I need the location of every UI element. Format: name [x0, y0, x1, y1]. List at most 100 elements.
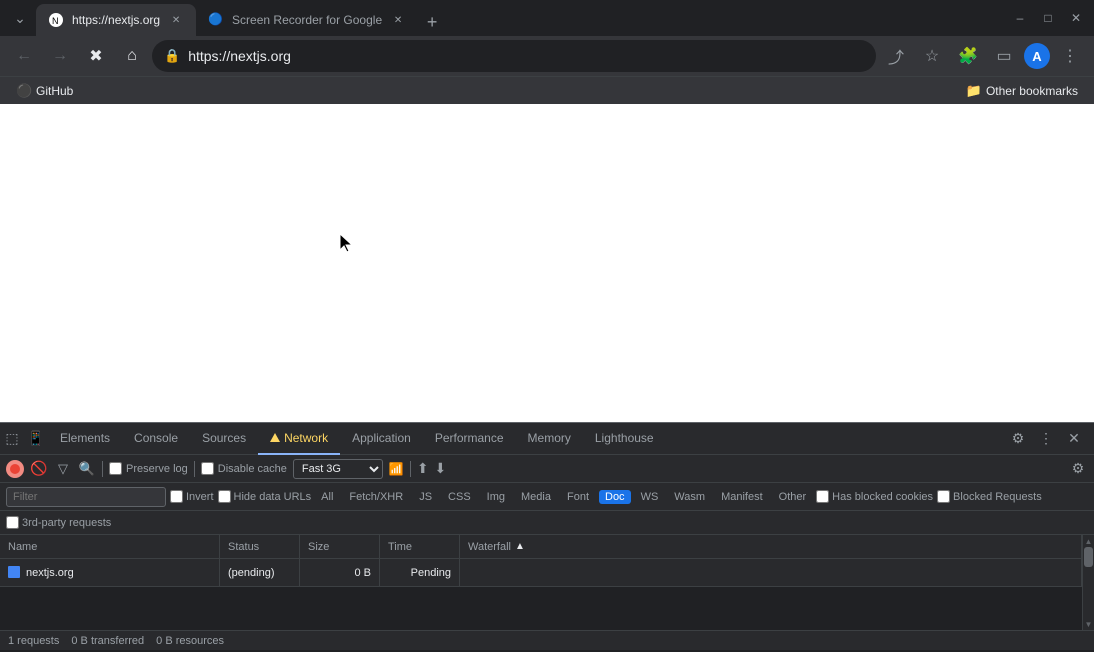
status-resources: 0 B resources: [156, 635, 224, 647]
disable-cache-toggle[interactable]: Disable cache: [201, 462, 287, 475]
forward-button[interactable]: →: [44, 40, 76, 72]
tab-nextjs[interactable]: N https://nextjs.org ✕: [36, 4, 196, 36]
maximize-button[interactable]: □: [1038, 8, 1058, 28]
tab-management-chevron[interactable]: ⌄: [8, 6, 32, 30]
tab-memory[interactable]: Memory: [516, 423, 583, 455]
th-status[interactable]: Status: [220, 535, 300, 558]
bookmark-github[interactable]: ⚫ GitHub: [8, 81, 81, 101]
tab-sources[interactable]: Sources: [190, 423, 258, 455]
filter-img[interactable]: Img: [481, 490, 511, 504]
invert-toggle[interactable]: Invert: [170, 490, 214, 503]
devtools-close-button[interactable]: ✕: [1062, 427, 1086, 451]
has-blocked-cookies-label: Has blocked cookies: [832, 491, 933, 503]
page-content: [0, 104, 1094, 422]
tab-network[interactable]: Network: [258, 423, 340, 455]
extensions-button[interactable]: 🧩: [952, 40, 984, 72]
filter-js[interactable]: JS: [413, 490, 438, 504]
reload-button[interactable]: ✖: [80, 40, 112, 72]
th-time[interactable]: Time: [380, 535, 460, 558]
devtools-tab-bar: ⬚ 📱 Elements Console Sources Network App…: [0, 423, 1094, 455]
th-size[interactable]: Size: [300, 535, 380, 558]
url-display: https://nextjs.org: [188, 48, 864, 64]
minimize-button[interactable]: –: [1010, 8, 1030, 28]
th-name[interactable]: Name: [0, 535, 220, 558]
preserve-log-toggle[interactable]: Preserve log: [109, 462, 188, 475]
filter-media[interactable]: Media: [515, 490, 557, 504]
import-har-button[interactable]: ⬆: [417, 460, 429, 477]
sort-arrow: ▲: [515, 541, 525, 552]
back-button[interactable]: ←: [8, 40, 40, 72]
tab-performance[interactable]: Performance: [423, 423, 516, 455]
wifi-icon: 📶: [389, 462, 404, 476]
scrollbar-thumb[interactable]: [1084, 547, 1093, 567]
table-header-row: Name Status Size Time Waterfall ▲: [0, 535, 1082, 559]
filter-fetch-xhr[interactable]: Fetch/XHR: [343, 490, 409, 504]
has-blocked-cookies-toggle[interactable]: Has blocked cookies: [816, 490, 933, 503]
td-size-value: 0 B: [354, 567, 371, 579]
filter-input-wrap[interactable]: [6, 487, 166, 507]
filter-all[interactable]: All: [315, 490, 339, 504]
nav-right-icons: ⤴ ☆ 🧩 ▭ A ⋮: [880, 40, 1086, 72]
preserve-log-checkbox[interactable]: [109, 462, 122, 475]
filter-input[interactable]: [13, 491, 133, 503]
chrome-menu-button[interactable]: ⋮: [1054, 40, 1086, 72]
throttle-select[interactable]: Fast 3G No throttling Slow 3G: [293, 459, 383, 479]
third-party-checkbox[interactable]: [6, 516, 19, 529]
devtools-device-toggle[interactable]: 📱: [24, 427, 48, 451]
export-har-button[interactable]: ⬇: [435, 460, 447, 477]
filter-other[interactable]: Other: [773, 490, 813, 504]
record-button[interactable]: [6, 460, 24, 478]
tab-application[interactable]: Application: [340, 423, 423, 455]
home-button[interactable]: ⌂: [116, 40, 148, 72]
toolbar-divider-3: [410, 461, 411, 477]
search-button[interactable]: 🔍: [78, 460, 96, 478]
hide-data-urls-checkbox[interactable]: [218, 490, 231, 503]
table-row[interactable]: nextjs.org (pending) 0 B Pending: [0, 559, 1082, 587]
blocked-requests-checkbox[interactable]: [937, 490, 950, 503]
scrollbar-track[interactable]: [1083, 547, 1094, 618]
record-indicator: [10, 464, 20, 474]
tab-close-nextjs[interactable]: ✕: [168, 12, 184, 28]
filter-font[interactable]: Font: [561, 490, 595, 504]
tab-close-recorder[interactable]: ✕: [390, 12, 406, 28]
close-button[interactable]: ✕: [1066, 8, 1086, 28]
has-blocked-cookies-checkbox[interactable]: [816, 490, 829, 503]
tab-screen-recorder[interactable]: 🔵 Screen Recorder for Google ✕: [196, 4, 418, 36]
address-bar[interactable]: 🔒 https://nextjs.org: [152, 40, 876, 72]
scroll-up-arrow[interactable]: ▲: [1083, 535, 1094, 547]
bookmarks-right: 📁 Other bookmarks: [958, 81, 1086, 101]
third-party-toggle[interactable]: 3rd-party requests: [6, 516, 111, 529]
tab-lighthouse[interactable]: Lighthouse: [583, 423, 666, 455]
tab-elements[interactable]: Elements: [48, 423, 122, 455]
sidebar-toggle[interactable]: ▭: [988, 40, 1020, 72]
network-settings-button[interactable]: ⚙: [1068, 459, 1088, 479]
invert-checkbox[interactable]: [170, 490, 183, 503]
bookmark-github-label: GitHub: [36, 84, 73, 98]
filter-manifest[interactable]: Manifest: [715, 490, 769, 504]
filter-css[interactable]: CSS: [442, 490, 477, 504]
profile-avatar[interactable]: A: [1024, 43, 1050, 69]
blocked-requests-toggle[interactable]: Blocked Requests: [937, 490, 1042, 503]
other-bookmarks-button[interactable]: 📁 Other bookmarks: [958, 81, 1086, 101]
share-button[interactable]: ⤴: [880, 40, 912, 72]
filter-ws[interactable]: WS: [635, 490, 665, 504]
tab-console[interactable]: Console: [122, 423, 190, 455]
bookmark-button[interactable]: ☆: [916, 40, 948, 72]
new-tab-button[interactable]: +: [418, 8, 446, 36]
scroll-down-arrow[interactable]: ▼: [1083, 618, 1094, 630]
filter-bar: Invert Hide data URLs All Fetch/XHR JS C…: [0, 483, 1094, 511]
devtools-panel: ⬚ 📱 Elements Console Sources Network App…: [0, 422, 1094, 650]
clear-log-button[interactable]: 🚫: [30, 460, 48, 478]
disable-cache-label: Disable cache: [218, 463, 287, 475]
devtools-more-button[interactable]: ⋮: [1034, 427, 1058, 451]
filter-wasm[interactable]: Wasm: [668, 490, 711, 504]
preserve-log-label: Preserve log: [126, 463, 188, 475]
filter-doc[interactable]: Doc: [599, 490, 631, 504]
devtools-settings-button[interactable]: ⚙: [1006, 427, 1030, 451]
disable-cache-checkbox[interactable]: [201, 462, 214, 475]
th-waterfall[interactable]: Waterfall ▲: [460, 535, 1082, 558]
hide-data-urls-toggle[interactable]: Hide data URLs: [218, 490, 312, 503]
devtools-select-cursor[interactable]: ⬚: [0, 427, 24, 451]
filter-button[interactable]: ▽: [54, 460, 72, 478]
vertical-scrollbar[interactable]: ▲ ▼: [1082, 535, 1094, 630]
